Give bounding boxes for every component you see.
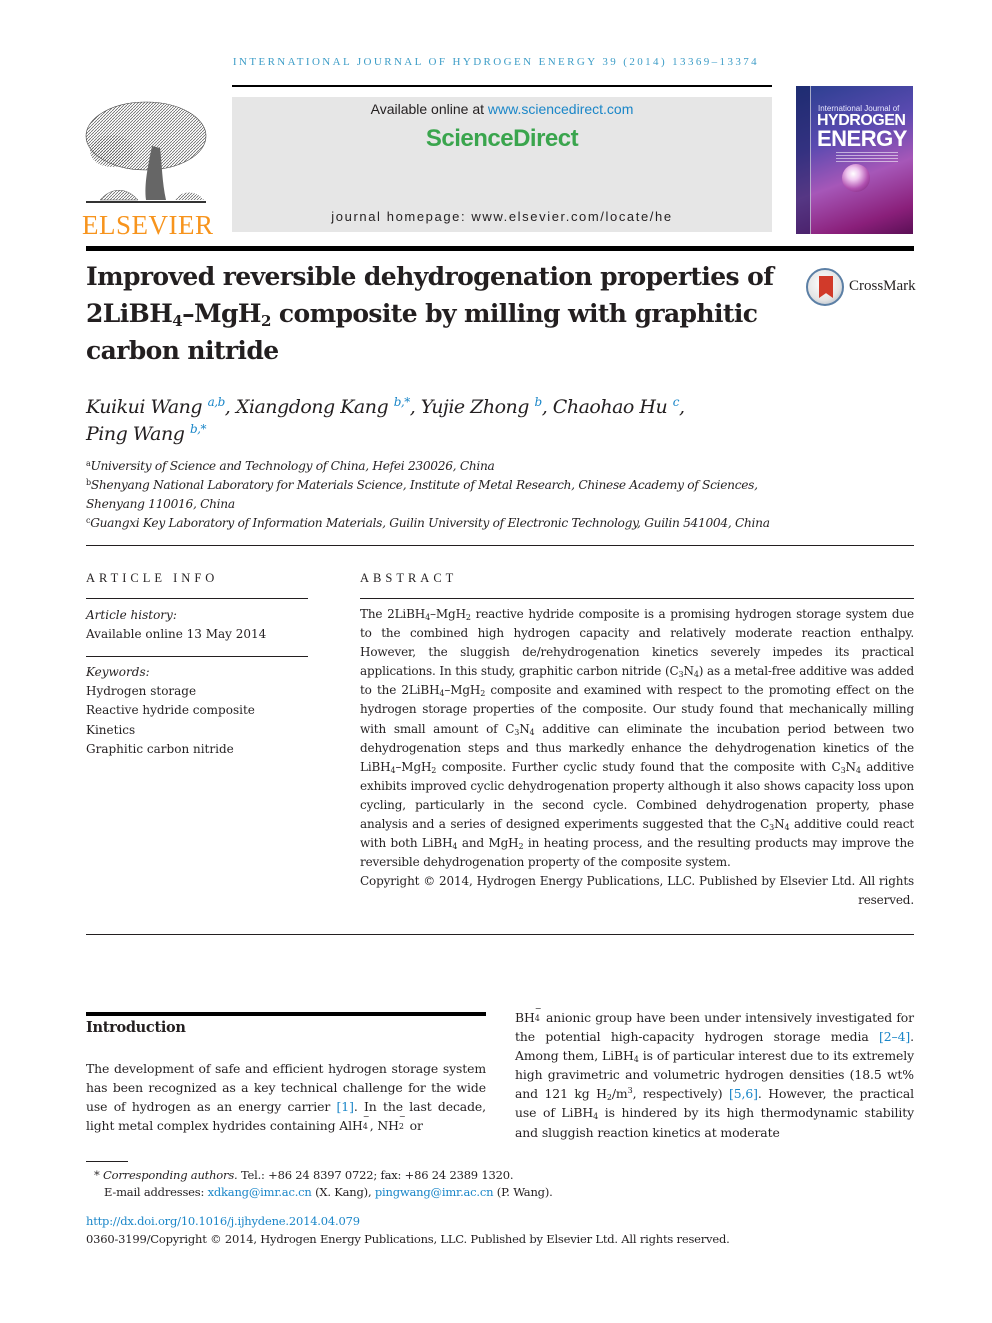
running-head: INTERNATIONAL JOURNAL OF HYDROGEN ENERGY…	[232, 56, 760, 68]
footnotes: * Corresponding authors. Tel.: +86 24 83…	[94, 1167, 794, 1201]
header-rule	[232, 85, 772, 87]
elsevier-logo[interactable]: ELSEVIER	[82, 96, 214, 240]
title-line-2: 2LiBH4–MgH2 composite by milling with gr…	[86, 299, 758, 330]
affiliation-c: cGuangxi Key Laboratory of Information M…	[86, 516, 770, 530]
citation-link[interactable]: [1]	[337, 1099, 354, 1114]
abstract-text: The 2LiBH4–MgH2 reactive hydride composi…	[360, 607, 915, 870]
journal-homepage[interactable]: journal homepage: www.elsevier.com/locat…	[232, 209, 772, 224]
keyword: Graphitic carbon nitride	[86, 741, 234, 756]
section-rule	[86, 1012, 486, 1016]
cover-spine	[796, 86, 811, 234]
keywords: Keywords: Hydrogen storage Reactive hydr…	[86, 663, 316, 759]
doi-link[interactable]: http://dx.doi.org/10.1016/j.ijhydene.201…	[86, 1214, 360, 1228]
journal-cover[interactable]: International Journal of HYDROGEN ENERGY	[796, 86, 913, 234]
corresponding-author-note: * Corresponding authors. Tel.: +86 24 83…	[94, 1168, 514, 1182]
author[interactable]: Yujie Zhong b	[421, 396, 542, 418]
history-value: Available online 13 May 2014	[86, 627, 267, 642]
intro-left-column: The development of safe and efficient hy…	[86, 1059, 486, 1135]
keyword: Kinetics	[86, 722, 136, 737]
affiliation-b: bShenyang National Laboratory for Materi…	[86, 478, 758, 511]
keyword: Reactive hydride composite	[86, 703, 255, 718]
cover-orb-graphic	[842, 164, 870, 192]
author-list: Kuikui Wang a,b, Xiangdong Kang b,*, Yuj…	[86, 395, 685, 445]
divider	[86, 656, 308, 657]
bookmark-ribbon-icon	[819, 276, 833, 298]
email-link[interactable]: pingwang@imr.ac.cn	[375, 1185, 494, 1199]
abstract-heading: ABSTRACT	[360, 571, 458, 585]
cover-title-energy: ENERGY	[817, 126, 907, 151]
author[interactable]: Ping Wang b,*	[86, 423, 206, 445]
tree-icon	[85, 101, 207, 203]
title-line-1: Improved reversible dehydrogenation prop…	[86, 262, 774, 291]
citation-link[interactable]: [5,6]	[729, 1086, 758, 1101]
citation-link[interactable]: [2–4]	[879, 1029, 910, 1044]
intro-right-column: BH −4 anionic group have been under inten…	[515, 1004, 914, 1142]
keyword: Hydrogen storage	[86, 684, 197, 699]
sciencedirect-link[interactable]: www.sciencedirect.com	[488, 101, 634, 117]
divider	[86, 545, 914, 546]
available-online: Available online at www.sciencedirect.co…	[370, 101, 634, 117]
crossmark-button[interactable]: CrossMark	[806, 268, 918, 308]
intro-paragraph: BH −4 anionic group have been under inten…	[515, 1004, 914, 1140]
affiliation-ref[interactable]: b	[535, 395, 543, 409]
affiliation-ref[interactable]: a,b	[208, 395, 226, 409]
sciencedirect-logo[interactable]: ScienceDirect	[232, 125, 772, 153]
intro-paragraph: The development of safe and efficient hy…	[86, 1061, 486, 1134]
article-info-heading: ARTICLE INFO	[86, 571, 219, 585]
crossmark-icon	[806, 268, 844, 306]
article-history: Article history: Available online 13 May…	[86, 606, 316, 644]
cover-editors	[836, 152, 898, 164]
author[interactable]: Kuikui Wang a,b	[86, 396, 225, 418]
affiliation-ref[interactable]: b,*	[394, 395, 411, 409]
introduction-heading: Introduction	[86, 1019, 186, 1036]
elsevier-wordmark: ELSEVIER	[82, 210, 214, 240]
keywords-label: Keywords:	[86, 665, 150, 679]
masthead-rule	[86, 246, 914, 251]
article-title: Improved reversible dehydrogenation prop…	[86, 258, 786, 369]
affiliations: aUniversity of Science and Technology of…	[86, 457, 806, 533]
divider	[86, 598, 308, 599]
history-label: Article history:	[86, 608, 177, 622]
author[interactable]: Xiangdong Kang b,*	[236, 396, 410, 418]
divider	[360, 598, 914, 599]
divider	[86, 934, 914, 935]
crossmark-label: CrossMark	[849, 278, 916, 294]
affiliation-a: aUniversity of Science and Technology of…	[86, 459, 495, 473]
author[interactable]: Chaohao Hu c	[553, 396, 680, 418]
email-addresses: E-mail addresses: xdkang@imr.ac.cn (X. K…	[104, 1185, 553, 1199]
title-line-3: carbon nitride	[86, 336, 279, 365]
email-link[interactable]: xdkang@imr.ac.cn	[208, 1185, 312, 1199]
copyright-notice: Copyright © 2014, Hydrogen Energy Public…	[360, 874, 914, 908]
affiliation-ref[interactable]: b,*	[190, 422, 207, 436]
issn-copyright: 0360-3199/Copyright © 2014, Hydrogen Ene…	[86, 1232, 730, 1246]
sciencedirect-banner: Available online at www.sciencedirect.co…	[232, 97, 772, 232]
footnote-rule	[86, 1161, 128, 1162]
abstract-body: The 2LiBH4–MgH2 reactive hydride composi…	[360, 605, 914, 911]
